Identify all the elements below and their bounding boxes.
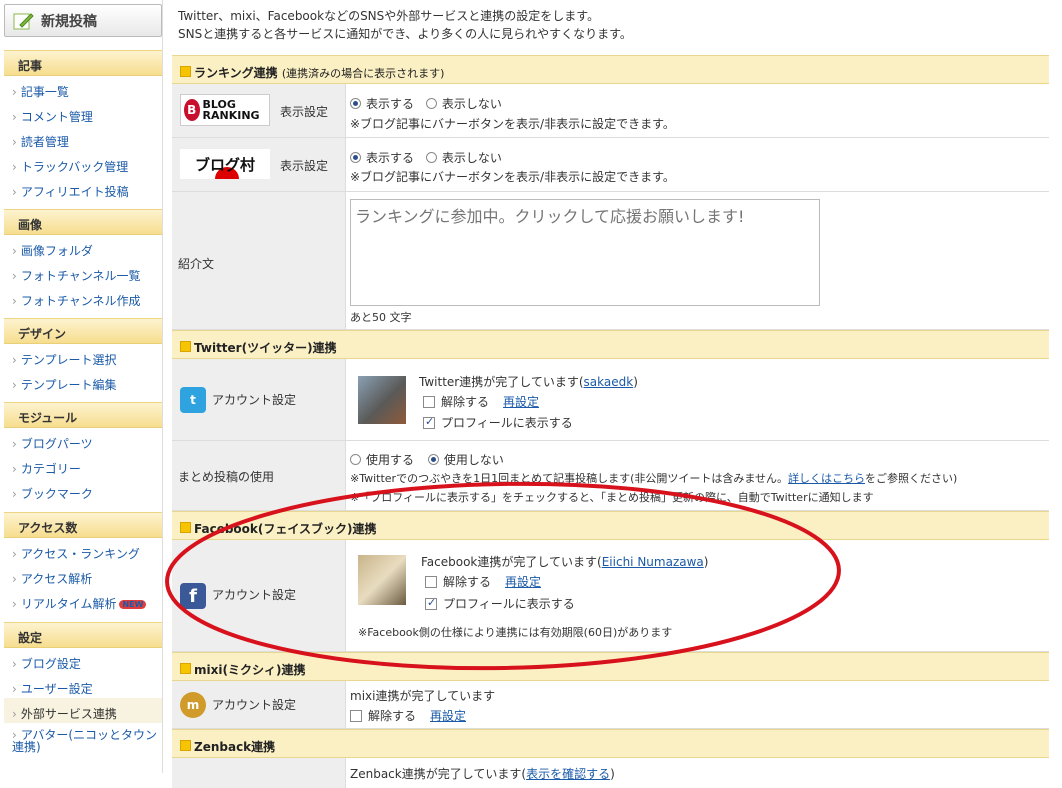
facebook-profile-checkbox[interactable] <box>425 596 437 610</box>
row-twitter-summary: まとめ投稿の使用 使用する 使用しない ※Twitterでのつぶやきを1日1回ま… <box>172 441 1049 511</box>
sidebar-section-title: デザイン <box>4 318 162 344</box>
section-header-mixi: mixi(ミクシィ)連携 <box>172 652 1049 681</box>
sidebar-section-modules: モジュール ブログパーツ カテゴリー ブックマーク <box>4 402 162 503</box>
blogranking-logo: B BLOG RANKING <box>180 94 270 126</box>
mixi-icon: m <box>180 692 206 718</box>
sidebar-section-title: 画像 <box>4 209 162 235</box>
sidebar-section-design: デザイン テンプレート選択 テンプレート編集 <box>4 318 162 394</box>
row-mixi-account: m アカウント設定 mixi連携が完了しています 解除する 再設定 <box>172 681 1049 729</box>
row-label: まとめ投稿の使用 <box>178 470 275 484</box>
sidebar-item-blog-settings[interactable]: ブログ設定 <box>4 648 162 673</box>
row-label: 紹介文 <box>178 257 215 271</box>
sidebar-item-avatar[interactable]: アバター(ニコッとタウン連携) <box>4 723 162 755</box>
sidebar-item-bookmarks[interactable]: ブックマーク <box>4 478 162 503</box>
intro-textarea[interactable] <box>350 199 820 306</box>
summary-not-use-radio[interactable] <box>427 454 439 465</box>
blogmura-show-radio[interactable] <box>350 152 361 163</box>
summary-note-1: ※Twitterでのつぶやきを1日1回まとめて記事投稿します(非公開ツイートは含… <box>350 472 958 485</box>
section-header-ranking: ランキング連携 (連携済みの場合に表示されます) <box>172 55 1049 84</box>
row-label: アカウント設定 <box>212 588 297 602</box>
row-intro-text: 紹介文 あと50 文字 <box>172 192 1049 330</box>
new-badge: NEW <box>119 600 147 609</box>
sidebar-item-access-ranking[interactable]: アクセス・ランキング <box>4 538 162 563</box>
sidebar-item-comments[interactable]: コメント管理 <box>4 101 162 126</box>
twitter-reset-link[interactable]: 再設定 <box>503 395 539 409</box>
sidebar-item-photo-channels[interactable]: フォトチャンネル一覧 <box>4 260 162 285</box>
row-label: 表示設定 <box>280 159 329 173</box>
facebook-icon: f <box>180 583 206 609</box>
page-intro: Twitter、mixi、FacebookなどのSNSや外部サービスと連携の設定… <box>178 7 632 43</box>
zenback-status: Zenback連携が完了しています(表示を確認する) <box>350 767 615 781</box>
section-header-zenback: Zenback連携 <box>172 729 1049 758</box>
row-blogranking: B BLOG RANKING 表示設定 表示する 表示しない ※ブログ記事にバナー… <box>172 84 1049 138</box>
sidebar-item-external-services[interactable]: 外部サービス連携 <box>4 698 162 723</box>
sidebar-item-trackbacks[interactable]: トラックバック管理 <box>4 151 162 176</box>
twitter-avatar <box>358 376 406 424</box>
sidebar-section-title: 記事 <box>4 50 162 76</box>
sidebar-section-settings: 設定 ブログ設定 ユーザー設定 外部サービス連携 アバター(ニコッとタウン連携) <box>4 622 162 755</box>
blogranking-hide-radio[interactable] <box>425 98 437 109</box>
mixi-reset-link[interactable]: 再設定 <box>430 709 466 723</box>
mixi-status: mixi連携が完了しています <box>350 689 496 703</box>
row-twitter-account: t アカウント設定 Twitter連携が完了しています(sakaedk) 解除す… <box>172 359 1049 441</box>
sidebar-section-title: モジュール <box>4 402 162 428</box>
new-post-button[interactable]: 新規投稿 <box>4 4 162 37</box>
facebook-release-checkbox[interactable] <box>425 576 437 588</box>
row-zenback: Zenback連携が完了しています(表示を確認する) <box>172 758 1049 788</box>
sidebar-item-blog-parts[interactable]: ブログパーツ <box>4 428 162 453</box>
row-label: 表示設定 <box>280 105 329 119</box>
sidebar-item-template-select[interactable]: テンプレート選択 <box>4 344 162 369</box>
row-blogmura: ブログ村 表示設定 表示する 表示しない ※ブログ記事にバナーボタンを表示/非表… <box>172 138 1049 192</box>
twitter-icon: t <box>180 387 206 413</box>
facebook-avatar <box>358 555 406 605</box>
sidebar-item-affiliate[interactable]: アフィリエイト投稿 <box>4 176 162 201</box>
facebook-note: ※Facebook側の仕様により連携には有効期限(60日)があります <box>358 626 673 639</box>
twitter-release-checkbox[interactable] <box>423 396 435 408</box>
sidebar-section-articles: 記事 記事一覧 コメント管理 読者管理 トラックバック管理 アフィリエイト投稿 <box>4 50 162 201</box>
facebook-status: Facebook連携が完了しています(Eiichi Numazawa) <box>421 555 709 569</box>
intro-line-1: Twitter、mixi、FacebookなどのSNSや外部サービスと連携の設定… <box>178 9 600 23</box>
sidebar-item-image-folder[interactable]: 画像フォルダ <box>4 235 162 260</box>
sidebar-section-title: 設定 <box>4 622 162 648</box>
blogranking-note: ※ブログ記事にバナーボタンを表示/非表示に設定できます。 <box>350 117 675 131</box>
summary-use-radio[interactable] <box>350 454 361 465</box>
sidebar-item-photo-channel-create[interactable]: フォトチャンネル作成 <box>4 285 162 310</box>
section-header-twitter: Twitter(ツイッター)連携 <box>172 330 1049 359</box>
zenback-confirm-link[interactable]: 表示を確認する <box>526 767 610 781</box>
sidebar-item-categories[interactable]: カテゴリー <box>4 453 162 478</box>
sidebar-section-access: アクセス数 アクセス・ランキング アクセス解析 リアルタイム解析NEW <box>4 512 162 613</box>
sidebar-section-images: 画像 画像フォルダ フォトチャンネル一覧 フォトチャンネル作成 <box>4 209 162 310</box>
pencil-icon <box>13 12 34 29</box>
mixi-release-checkbox[interactable] <box>350 710 362 722</box>
details-link[interactable]: 詳しくはこちら <box>788 472 865 485</box>
row-label: アカウント設定 <box>212 698 297 712</box>
blogmura-hide-radio[interactable] <box>425 152 437 163</box>
sidebar: 新規投稿 記事 記事一覧 コメント管理 読者管理 トラックバック管理 アフィリエ… <box>0 0 163 773</box>
intro-line-2: SNSと連携すると各サービスに通知ができ、より多くの人に見られやすくなります。 <box>178 27 632 41</box>
twitter-status: Twitter連携が完了しています(sakaedk) <box>419 375 638 389</box>
new-post-label: 新規投稿 <box>41 13 97 30</box>
section-header-facebook: Facebook(フェイスブック)連携 <box>172 511 1049 540</box>
twitter-user-link[interactable]: sakaedk <box>584 375 634 389</box>
blogmura-logo: ブログ村 <box>180 149 270 179</box>
sidebar-item-user-settings[interactable]: ユーザー設定 <box>4 673 162 698</box>
sidebar-item-readers[interactable]: 読者管理 <box>4 126 162 151</box>
sidebar-item-realtime-analysis[interactable]: リアルタイム解析NEW <box>4 588 162 613</box>
facebook-reset-link[interactable]: 再設定 <box>505 575 541 589</box>
blogranking-show-radio[interactable] <box>350 98 361 109</box>
sidebar-item-article-list[interactable]: 記事一覧 <box>4 76 162 101</box>
sidebar-item-access-analysis[interactable]: アクセス解析 <box>4 563 162 588</box>
row-label: アカウント設定 <box>212 393 297 407</box>
blogmura-note: ※ブログ記事にバナーボタンを表示/非表示に設定できます。 <box>350 170 675 184</box>
sidebar-item-template-edit[interactable]: テンプレート編集 <box>4 369 162 394</box>
twitter-profile-checkbox[interactable] <box>423 415 435 429</box>
remaining-chars: あと50 文字 <box>350 311 412 324</box>
summary-note-2: ※「プロフィールに表示する」をチェックすると、「まとめ投稿」更新の際に、自動でT… <box>350 491 874 504</box>
facebook-user-link[interactable]: Eiichi Numazawa <box>602 555 704 569</box>
sidebar-section-title: アクセス数 <box>4 512 162 538</box>
row-facebook-account: f アカウント設定 Facebook連携が完了しています(Eiichi Numa… <box>172 540 1049 652</box>
